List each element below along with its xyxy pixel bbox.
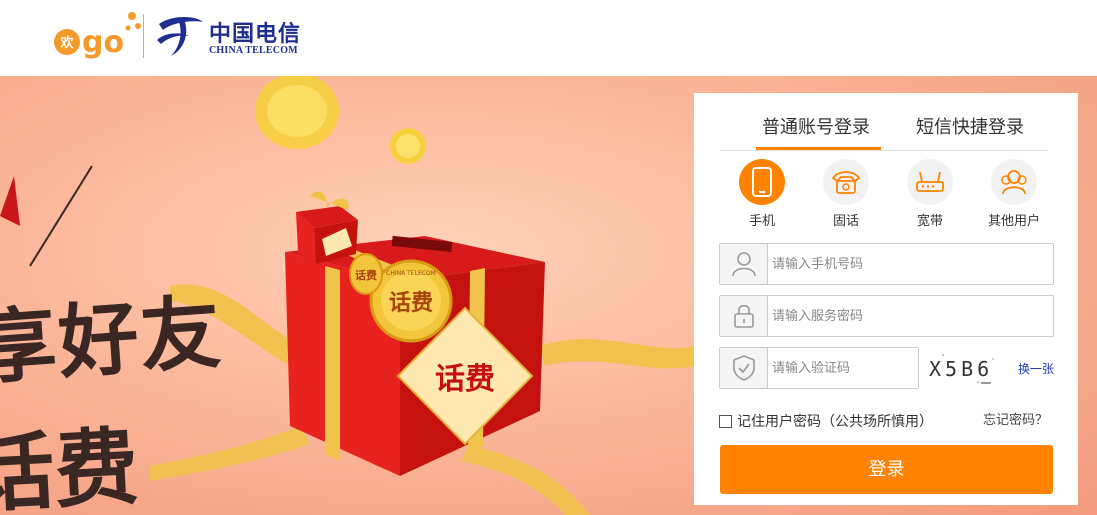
remember-password-label: 记住用户密码（公共场所慎用） — [737, 414, 933, 430]
captcha-text: X5B6 — [929, 357, 994, 381]
tab-account-login[interactable]: 普通账号登录 — [762, 113, 870, 139]
checkbox-box[interactable] — [719, 414, 732, 428]
captcha-input[interactable] — [772, 348, 912, 388]
user-type-mobile[interactable]: 手机 — [720, 159, 804, 229]
shield-check-icon — [720, 348, 768, 388]
telecom-name-cn: 中国电信 — [209, 21, 302, 47]
banner-calligraphy-line1: 享好友 — [0, 284, 226, 396]
svg-text:话费: 话费 — [355, 268, 377, 282]
user-type-selector: 手机 固话 宽带 其他用户 — [720, 159, 1050, 229]
captcha-image[interactable]: X5B6 — [923, 347, 1005, 389]
lock-icon — [720, 296, 768, 336]
go-logo-text: go — [82, 25, 124, 60]
user-type-other[interactable]: 其他用户 — [972, 159, 1056, 229]
svg-text:话费: 话费 — [389, 290, 433, 316]
phone-input[interactable] — [772, 244, 1042, 284]
login-button[interactable]: 登录 — [720, 445, 1053, 494]
phone-field — [719, 243, 1054, 285]
huango-logo[interactable]: 欢 go — [52, 10, 144, 64]
user-type-landline[interactable]: 固话 — [804, 159, 888, 229]
header: 欢 go 中国电信 CHINA TELECOM — [0, 0, 1097, 76]
coin-small: 话费 — [349, 253, 383, 295]
password-field — [719, 295, 1054, 337]
tab-sms-login[interactable]: 短信快捷登录 — [916, 113, 1024, 139]
refresh-captcha-link[interactable]: 换一张 — [1018, 360, 1054, 377]
login-tabs: 普通账号登录 短信快捷登录 — [720, 93, 1048, 151]
captcha-field — [719, 347, 919, 389]
coin-large: 话费 CHINA TELECOM — [369, 259, 453, 343]
landline-phone-icon — [823, 159, 869, 205]
banner-calligraphy-line2: 话费 — [0, 416, 141, 515]
users-icon — [991, 159, 1037, 205]
forgot-password-link[interactable]: 忘记密码？ — [983, 409, 1048, 428]
user-type-broadband[interactable]: 宽带 — [888, 159, 972, 229]
user-type-broadband-label: 宽带 — [916, 214, 943, 229]
user-type-landline-label: 固话 — [832, 214, 859, 229]
user-icon — [720, 244, 768, 284]
svg-text:CHINA TELECOM: CHINA TELECOM — [386, 270, 436, 277]
active-tab-underline — [756, 147, 881, 150]
svg-text:话费: 话费 — [435, 362, 495, 397]
password-input[interactable] — [772, 296, 1042, 336]
telecom-name-en: CHINA TELECOM — [209, 45, 298, 56]
login-panel: 普通账号登录 短信快捷登录 手机 固话 宽带 其他用户 请输入手机号码 请输入验… — [694, 93, 1078, 505]
user-type-other-label: 其他用户 — [987, 214, 1040, 229]
router-icon — [907, 159, 953, 205]
mobile-phone-icon — [739, 159, 785, 205]
go-logo-small: 欢 — [59, 35, 74, 51]
user-type-mobile-label: 手机 — [748, 214, 775, 229]
brand-divider — [143, 14, 144, 58]
remember-password-checkbox[interactable]: 记住用户密码（公共场所慎用） — [719, 411, 933, 431]
